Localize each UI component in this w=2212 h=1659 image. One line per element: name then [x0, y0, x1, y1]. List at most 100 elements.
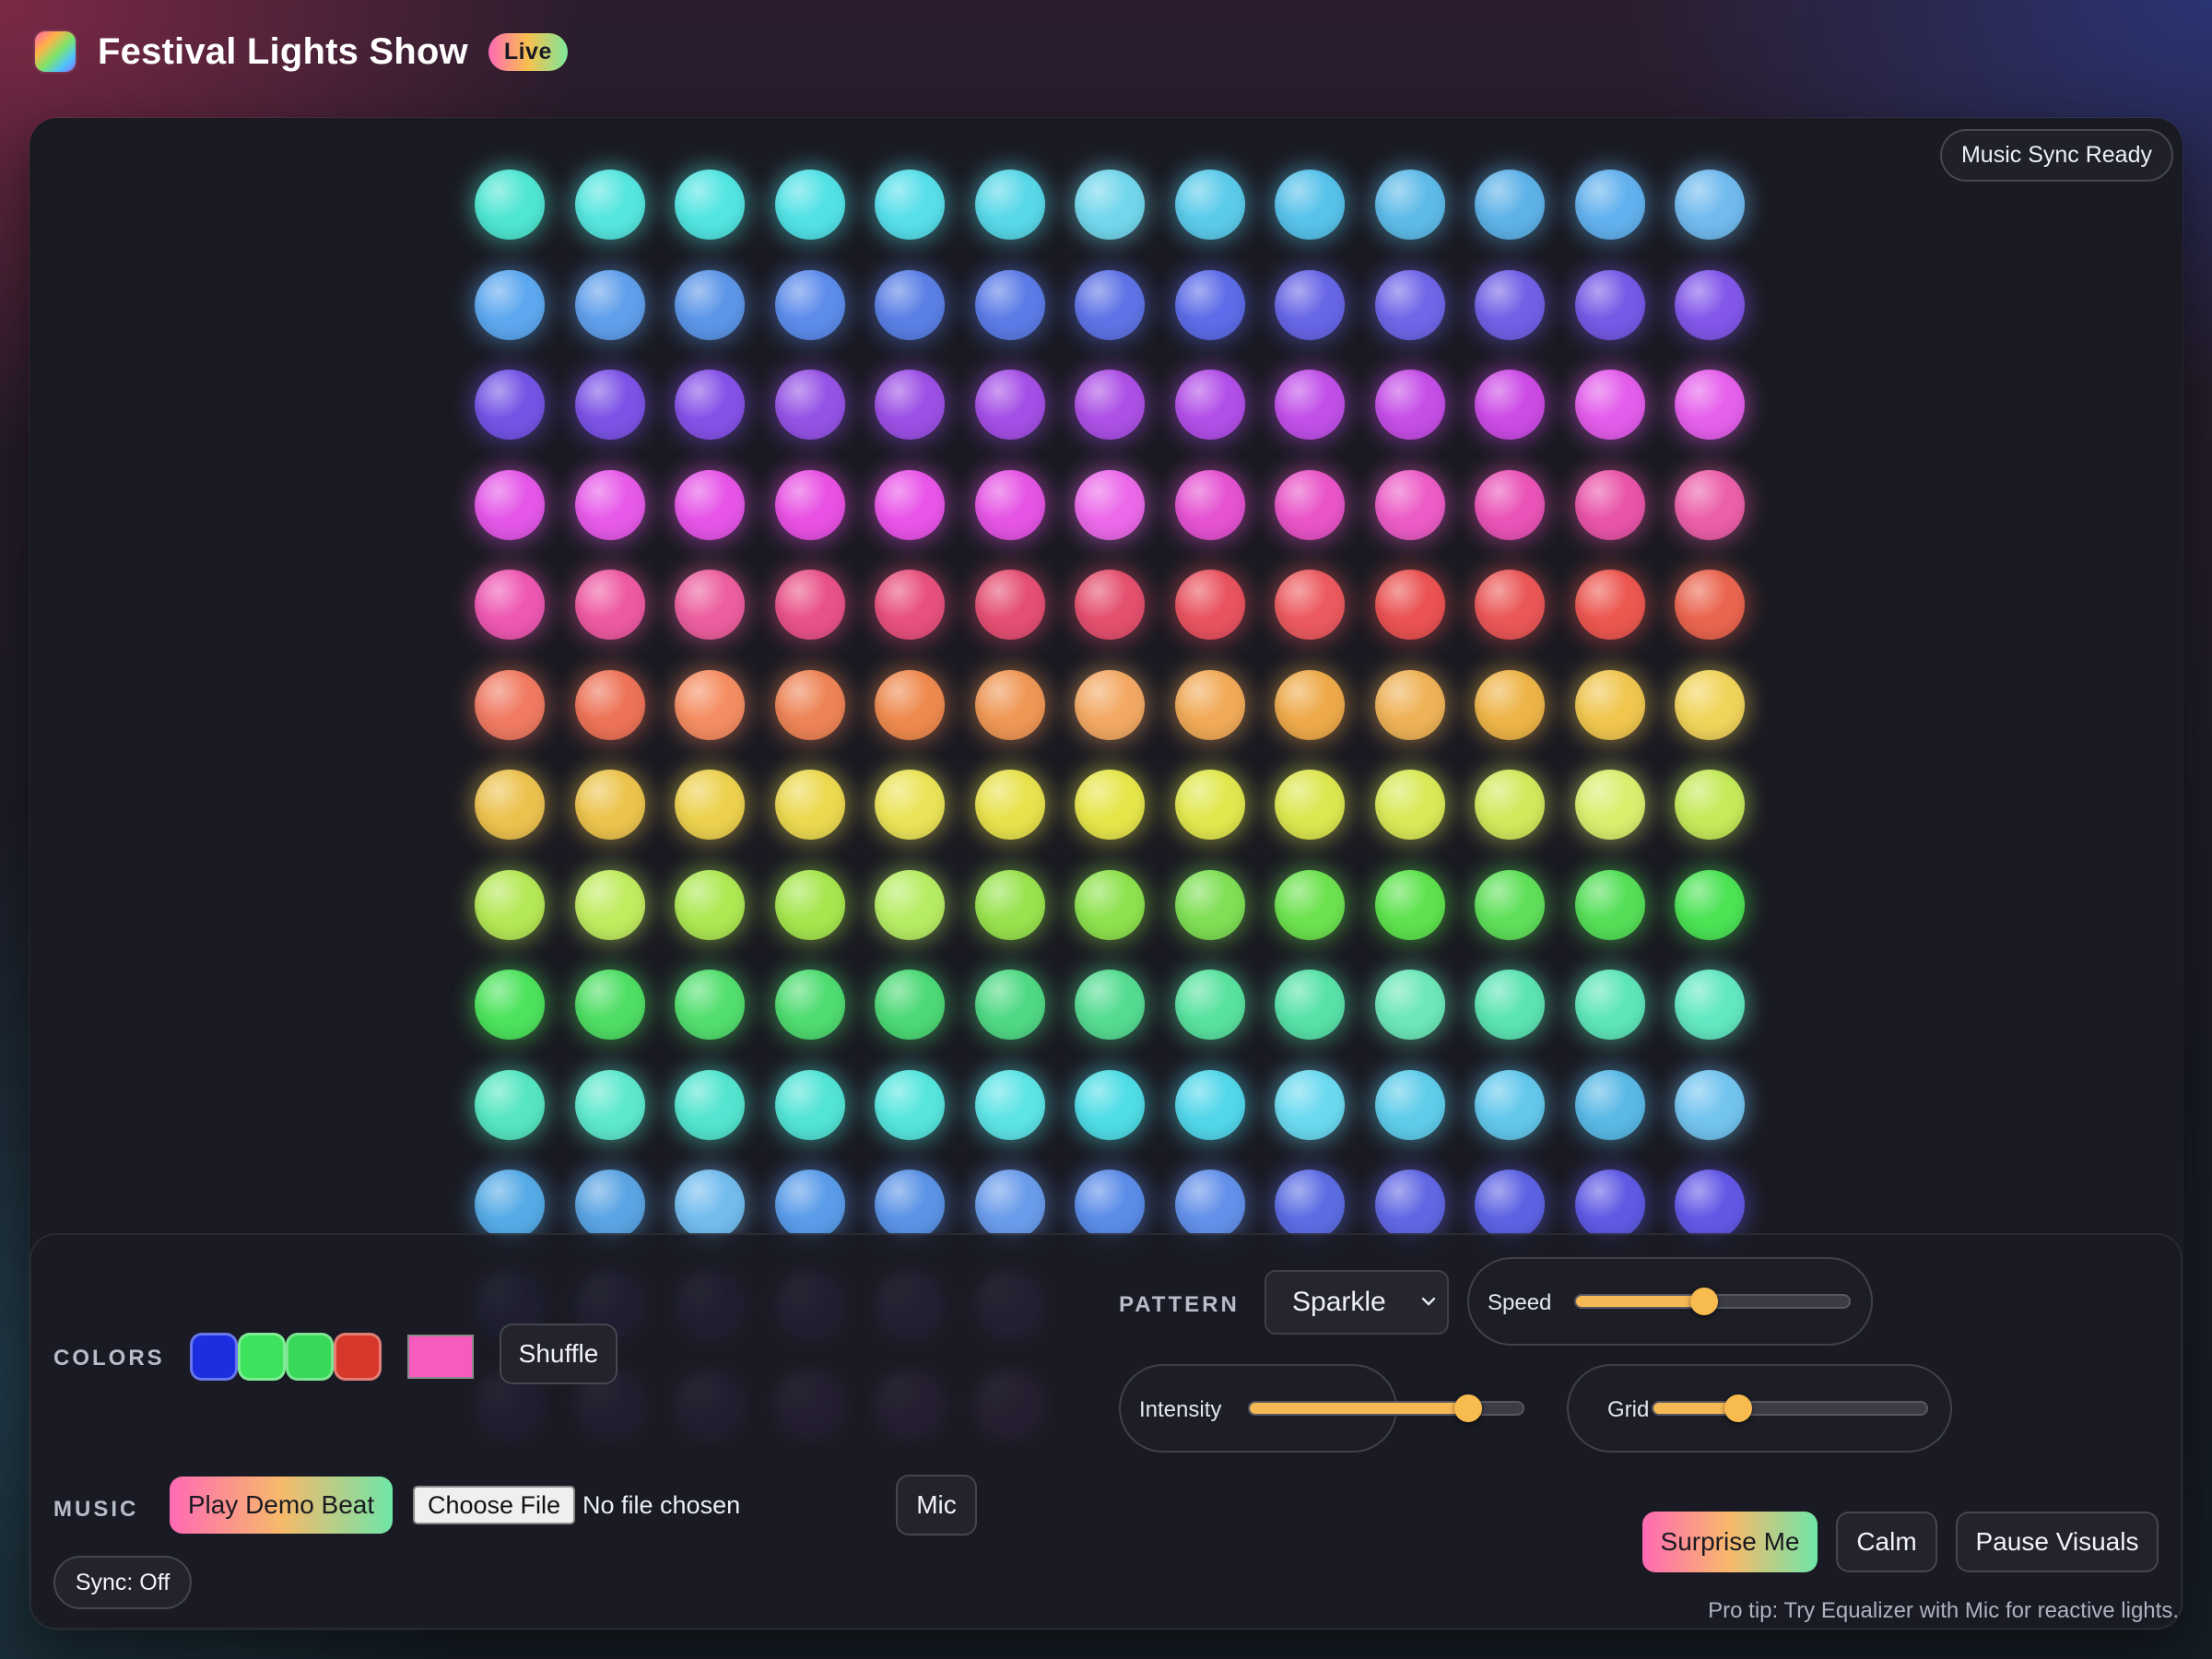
color-swatch-3[interactable] [286, 1333, 334, 1381]
light-bulb[interactable] [1075, 869, 1146, 940]
light-bulb[interactable] [1075, 770, 1146, 841]
light-bulb[interactable] [1675, 869, 1746, 940]
light-bulb[interactable] [1174, 1170, 1245, 1241]
light-bulb[interactable] [475, 669, 546, 740]
light-bulb[interactable] [1574, 170, 1645, 241]
color-swatch-1[interactable] [190, 1333, 238, 1381]
light-bulb[interactable] [1275, 469, 1346, 540]
light-bulb[interactable] [974, 469, 1045, 540]
light-bulb[interactable] [1475, 770, 1546, 841]
light-bulb[interactable] [1174, 1069, 1245, 1140]
light-bulb[interactable] [974, 1069, 1045, 1140]
light-bulb[interactable] [1475, 1069, 1546, 1140]
light-bulb[interactable] [974, 669, 1045, 740]
light-bulb[interactable] [1174, 770, 1245, 841]
light-bulb[interactable] [475, 770, 546, 841]
light-bulb[interactable] [1475, 469, 1546, 540]
pause-visuals-button[interactable]: Pause Visuals [1956, 1512, 2159, 1572]
light-bulb[interactable] [1275, 1170, 1346, 1241]
light-bulb[interactable] [1675, 1069, 1746, 1140]
light-bulb[interactable] [1275, 570, 1346, 641]
light-bulb[interactable] [774, 869, 845, 940]
light-bulb[interactable] [774, 170, 845, 241]
pattern-select[interactable]: Sparkle [1265, 1270, 1449, 1335]
light-bulb[interactable] [1675, 970, 1746, 1041]
light-bulb[interactable] [574, 669, 645, 740]
light-bulb[interactable] [675, 469, 746, 540]
light-bulb[interactable] [574, 869, 645, 940]
light-bulb[interactable] [774, 370, 845, 441]
light-bulb[interactable] [875, 469, 946, 540]
light-bulb[interactable] [974, 869, 1045, 940]
light-bulb[interactable] [974, 770, 1045, 841]
light-bulb[interactable] [974, 170, 1045, 241]
grid-slider-thumb[interactable] [1724, 1394, 1752, 1422]
light-bulb[interactable] [774, 770, 845, 841]
light-bulb[interactable] [1475, 370, 1546, 441]
light-bulb[interactable] [1174, 570, 1245, 641]
speed-slider[interactable] [1574, 1288, 1851, 1315]
light-bulb[interactable] [1574, 770, 1645, 841]
light-bulb[interactable] [1075, 1069, 1146, 1140]
light-bulb[interactable] [574, 770, 645, 841]
light-bulb[interactable] [1574, 269, 1645, 340]
light-bulb[interactable] [774, 669, 845, 740]
light-bulb[interactable] [1675, 770, 1746, 841]
light-bulb[interactable] [1374, 1170, 1445, 1241]
light-bulb[interactable] [1475, 869, 1546, 940]
light-bulb[interactable] [1275, 170, 1346, 241]
light-bulb[interactable] [675, 770, 746, 841]
light-bulb[interactable] [1075, 570, 1146, 641]
light-bulb[interactable] [1574, 970, 1645, 1041]
light-bulb[interactable] [1275, 269, 1346, 340]
light-bulb[interactable] [1174, 869, 1245, 940]
light-bulb[interactable] [1174, 970, 1245, 1041]
light-bulb[interactable] [875, 370, 946, 441]
light-bulb[interactable] [675, 1069, 746, 1140]
light-bulb[interactable] [1075, 170, 1146, 241]
light-bulb[interactable] [1574, 869, 1645, 940]
color-swatch-2[interactable] [238, 1333, 286, 1381]
light-bulb[interactable] [1275, 1069, 1346, 1140]
light-bulb[interactable] [774, 970, 845, 1041]
light-bulb[interactable] [1675, 469, 1746, 540]
light-bulb[interactable] [875, 970, 946, 1041]
light-bulb[interactable] [1675, 570, 1746, 641]
play-demo-beat-button[interactable]: Play Demo Beat [170, 1477, 393, 1534]
light-bulb[interactable] [574, 469, 645, 540]
light-bulb[interactable] [1075, 370, 1146, 441]
light-bulb[interactable] [574, 1170, 645, 1241]
choose-file-button[interactable]: Choose File [413, 1486, 575, 1524]
light-bulb[interactable] [1174, 370, 1245, 441]
light-bulb[interactable] [1675, 669, 1746, 740]
light-bulb[interactable] [1574, 370, 1645, 441]
light-bulb[interactable] [1475, 1170, 1546, 1241]
light-bulb[interactable] [1475, 669, 1546, 740]
light-bulb[interactable] [1675, 170, 1746, 241]
light-bulb[interactable] [1475, 170, 1546, 241]
light-bulb[interactable] [1574, 669, 1645, 740]
light-bulb[interactable] [1374, 1069, 1445, 1140]
light-bulb[interactable] [675, 669, 746, 740]
light-bulb[interactable] [875, 1170, 946, 1241]
grid-slider[interactable] [1652, 1394, 1928, 1422]
light-bulb[interactable] [574, 970, 645, 1041]
light-bulb[interactable] [1574, 570, 1645, 641]
light-bulb[interactable] [974, 970, 1045, 1041]
light-bulb[interactable] [774, 1170, 845, 1241]
light-bulb[interactable] [1075, 469, 1146, 540]
light-bulb[interactable] [1275, 970, 1346, 1041]
light-bulb[interactable] [475, 170, 546, 241]
light-bulb[interactable] [574, 1069, 645, 1140]
light-bulb[interactable] [1174, 669, 1245, 740]
light-bulb[interactable] [1275, 669, 1346, 740]
light-bulb[interactable] [875, 570, 946, 641]
light-bulb[interactable] [1275, 869, 1346, 940]
light-bulb[interactable] [475, 970, 546, 1041]
light-bulb[interactable] [675, 570, 746, 641]
light-bulb[interactable] [1374, 570, 1445, 641]
light-bulb[interactable] [1475, 970, 1546, 1041]
light-bulb[interactable] [1075, 669, 1146, 740]
light-bulb[interactable] [974, 570, 1045, 641]
light-bulb[interactable] [475, 1069, 546, 1140]
